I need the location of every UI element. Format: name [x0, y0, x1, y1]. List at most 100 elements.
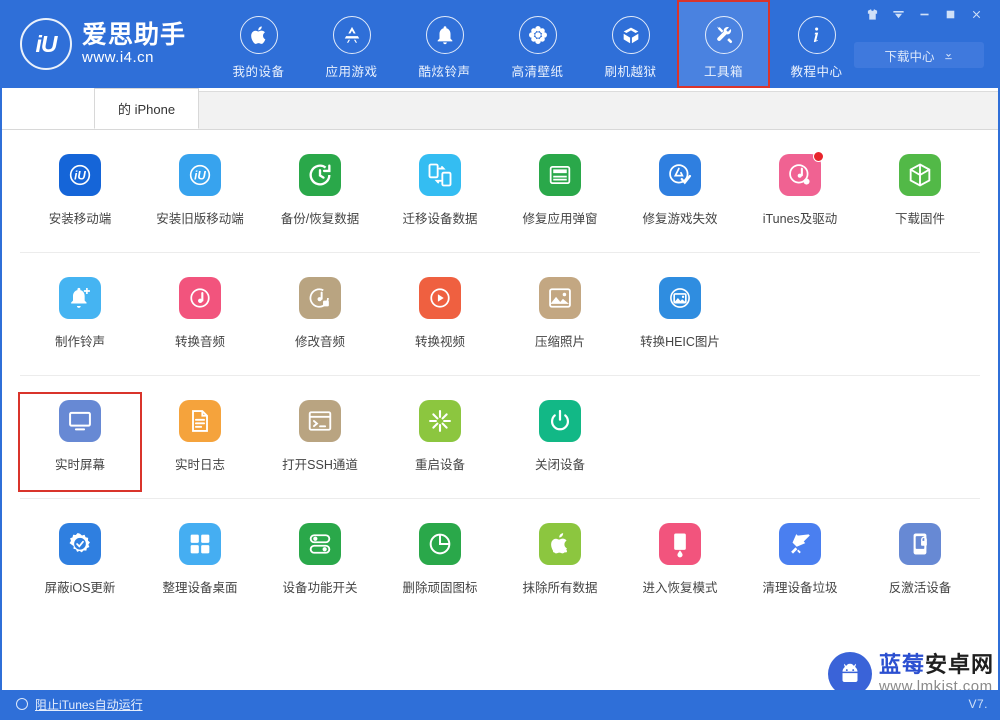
brand-logo: iU 爱思助手 www.i4.cn	[2, 0, 212, 88]
bell-plus-icon	[59, 277, 101, 319]
tool-label: 转换视频	[414, 335, 465, 349]
tool-label: 下载固件	[894, 212, 945, 226]
skin-icon[interactable]	[860, 4, 884, 24]
tool-convert-video[interactable]: 转换视频	[380, 271, 500, 367]
tool-delete-stubborn-icons[interactable]: 删除顽固图标	[380, 517, 500, 613]
nav-item-wallpapers[interactable]: 高清壁纸	[491, 0, 584, 88]
pie-icon	[419, 523, 461, 565]
nav-item-ringtones[interactable]: 酷炫铃声	[398, 0, 491, 88]
minimize-icon[interactable]	[912, 4, 936, 24]
tool-organize-home-screen[interactable]: 整理设备桌面	[140, 517, 260, 613]
cube-icon	[899, 154, 941, 196]
tool-live-log[interactable]: 实时日志	[140, 394, 260, 490]
tab-device-iphone[interactable]: 的 iPhone	[94, 88, 199, 129]
tool-label: 制作铃声	[54, 335, 105, 349]
tool-live-screen[interactable]: 实时屏幕	[18, 392, 142, 492]
photo-icon	[539, 277, 581, 319]
status-bar: 阻止iTunes自动运行 V7.	[2, 690, 1000, 718]
notification-badge	[813, 151, 824, 162]
broom-icon	[779, 523, 821, 565]
watermark-title-black: 安卓网	[924, 652, 994, 677]
tool-fix-game-failure[interactable]: 修复游戏失效	[620, 148, 740, 244]
tool-label: 安装旧版移动端	[156, 212, 244, 226]
tool-row: iU 安装移动端 iU 安装旧版移动端 备份/恢复数据 迁移设备数据 修复应用弹…	[20, 130, 980, 253]
app-window: iU 爱思助手 www.i4.cn 我的设备 应用游戏 酷炫铃声 高清壁纸 刷机…	[0, 0, 1000, 720]
tool-install-legacy-mobile-client[interactable]: iU 安装旧版移动端	[140, 148, 260, 244]
tool-row: 实时屏幕 实时日志 打开SSH通道 重启设备 关闭设备	[18, 376, 980, 499]
nav-label: 高清壁纸	[511, 65, 564, 79]
tool-shutdown-device[interactable]: 关闭设备	[500, 394, 620, 490]
apple-icon	[239, 16, 278, 54]
tool-install-mobile-client[interactable]: iU 安装移动端	[20, 148, 140, 244]
tool-label: iTunes及驱动	[762, 212, 838, 226]
brand-url: www.i4.cn	[82, 49, 155, 66]
power-icon	[539, 400, 581, 442]
tool-device-feature-switches[interactable]: 设备功能开关	[260, 517, 380, 613]
tool-label: 屏蔽iOS更新	[44, 581, 116, 595]
phone-drop-icon	[659, 523, 701, 565]
tool-label: 备份/恢复数据	[280, 212, 360, 226]
nav-item-my-device[interactable]: 我的设备	[212, 0, 305, 88]
nav-item-toolbox[interactable]: 工具箱	[677, 0, 770, 88]
download-icon	[944, 50, 952, 59]
openbox-icon	[611, 16, 650, 54]
tool-enter-recovery-mode[interactable]: 进入恢复模式	[620, 517, 740, 613]
photo-circle-icon	[659, 277, 701, 319]
tool-make-ringtone[interactable]: 制作铃声	[20, 271, 140, 367]
close-icon[interactable]	[964, 4, 988, 24]
tool-open-ssh-tunnel[interactable]: 打开SSH通道	[260, 394, 380, 490]
nav-label: 刷机越狱	[604, 65, 657, 79]
nav-label: 教程中心	[790, 65, 843, 79]
tool-clean-device-junk[interactable]: 清理设备垃圾	[740, 517, 860, 613]
appstore-check-icon	[659, 154, 701, 196]
tool-label: 反激活设备	[888, 581, 952, 595]
tool-label: 修复游戏失效	[642, 212, 718, 226]
block-itunes-checkbox[interactable]: 阻止iTunes自动运行	[16, 696, 143, 713]
tool-label: 设备功能开关	[282, 581, 358, 595]
tool-erase-all-data[interactable]: 抹除所有数据	[500, 517, 620, 613]
maximize-icon[interactable]	[938, 4, 962, 24]
tool-download-firmware[interactable]: 下载固件	[860, 148, 980, 244]
nav-label: 我的设备	[232, 65, 285, 79]
itunes-gear-icon	[779, 151, 824, 196]
tool-deactivate-device[interactable]: 反激活设备	[860, 517, 980, 613]
tool-label: 转换HEIC图片	[640, 335, 720, 349]
nav-label: 酷炫铃声	[418, 65, 471, 79]
tab-label: 的 iPhone	[117, 102, 176, 117]
tool-edit-audio[interactable]: 修改音频	[260, 271, 380, 367]
apple-erase-icon	[539, 523, 581, 565]
tool-label: 压缩照片	[534, 335, 585, 349]
chevron-down-icon[interactable]	[886, 4, 910, 24]
i4-logo-icon: iU	[20, 18, 72, 70]
restore-icon	[299, 154, 341, 196]
tool-convert-heic[interactable]: 转换HEIC图片	[620, 271, 740, 367]
tool-itunes-drivers[interactable]: iTunes及驱动	[740, 148, 860, 244]
tool-label: 关闭设备	[534, 458, 585, 472]
music-edit-icon	[299, 277, 341, 319]
grid-icon	[179, 523, 221, 565]
tool-label: 进入恢复模式	[642, 581, 718, 595]
tool-backup-restore[interactable]: 备份/恢复数据	[260, 148, 380, 244]
iu-logo-icon: iU	[179, 154, 221, 196]
nav-item-apps-games[interactable]: 应用游戏	[305, 0, 398, 88]
tool-compress-photo[interactable]: 压缩照片	[500, 271, 620, 367]
checkbox-circle-icon	[16, 698, 28, 710]
tool-migrate-device-data[interactable]: 迁移设备数据	[380, 148, 500, 244]
toolbox-grid: iU 安装移动端 iU 安装旧版移动端 备份/恢复数据 迁移设备数据 修复应用弹…	[2, 130, 998, 621]
tool-block-ios-update[interactable]: 屏蔽iOS更新	[20, 517, 140, 613]
watermark-title-blue: 蓝莓	[878, 652, 925, 677]
tool-label: 迁移设备数据	[402, 212, 478, 226]
download-center-button[interactable]: 下载中心	[854, 42, 984, 68]
tool-label: 实时屏幕	[54, 458, 105, 472]
tool-restart-device[interactable]: 重启设备	[380, 394, 500, 490]
tool-convert-audio[interactable]: 转换音频	[140, 271, 260, 367]
svg-text:iU: iU	[194, 170, 206, 183]
nav-item-flash-jailbreak[interactable]: 刷机越狱	[584, 0, 677, 88]
info-icon	[797, 16, 836, 54]
brand-name: 爱思助手	[82, 21, 187, 49]
nav-item-tutorials[interactable]: 教程中心	[770, 0, 863, 88]
phone-lock-icon	[899, 523, 941, 565]
tool-fix-app-popup[interactable]: 修复应用弹窗	[500, 148, 620, 244]
tool-label: 重启设备	[414, 458, 465, 472]
transfer-icon	[419, 154, 461, 196]
